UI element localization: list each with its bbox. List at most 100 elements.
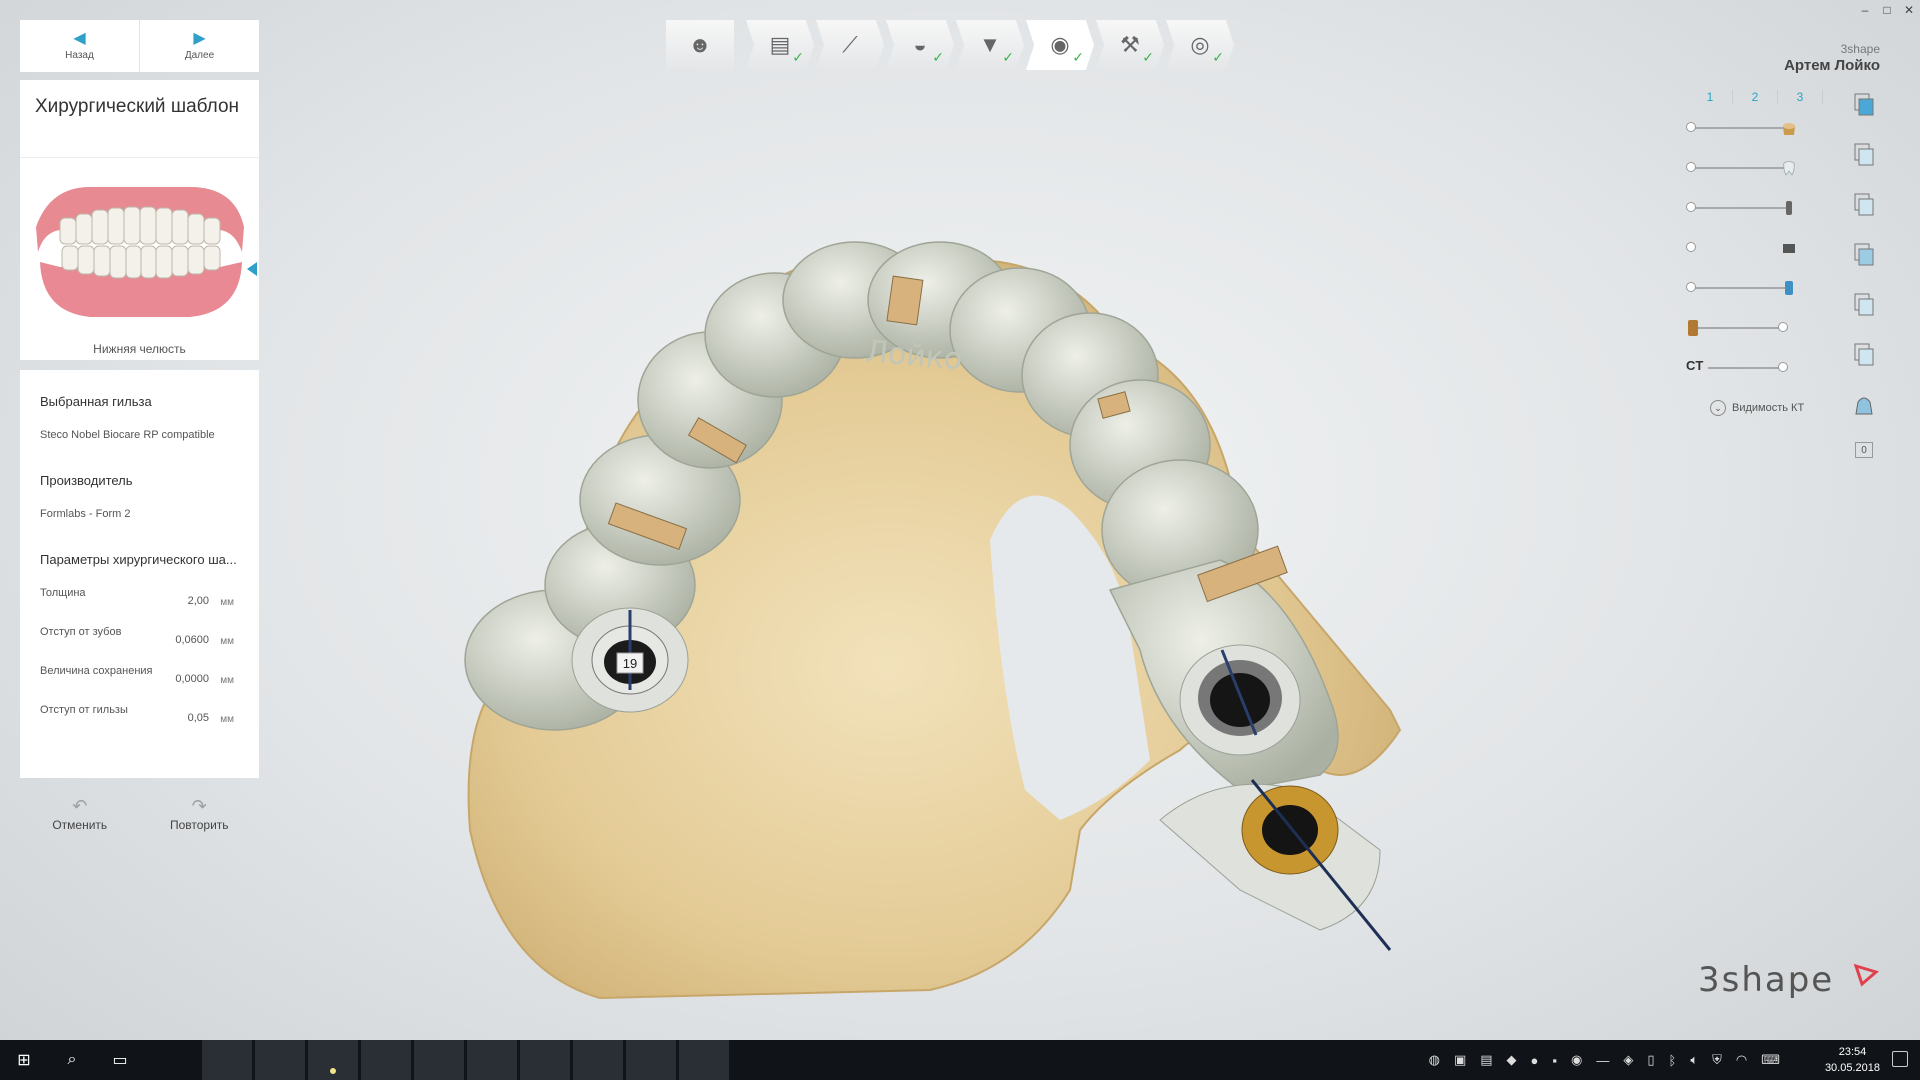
sleeve-offset-input[interactable]: 0,05 <box>188 712 209 724</box>
ct-visibility-toggle[interactable]: ⌄ Видимость КТ <box>1710 400 1804 416</box>
notifications-icon[interactable] <box>1892 1051 1908 1067</box>
tray-app-icon[interactable]: ◈ <box>1623 1052 1633 1068</box>
copy-layer-icon[interactable] <box>1852 142 1876 168</box>
taskbar-app[interactable] <box>520 1040 570 1080</box>
volume-icon[interactable]: 🔈︎ <box>1690 1052 1698 1068</box>
opacity-slider-tooth[interactable] <box>1686 158 1796 178</box>
manufacturer-heading: Производитель <box>40 473 133 488</box>
param-unit: мм <box>220 597 234 608</box>
copy-layer-icon[interactable] <box>1852 242 1876 268</box>
step-scan[interactable]: ◒ ✓ <box>886 20 954 70</box>
copy-layer-icon[interactable] <box>1852 92 1876 118</box>
taskbar-app[interactable] <box>255 1040 305 1080</box>
shield-icon[interactable]: ⛨ <box>1712 1052 1722 1068</box>
taskbar-app-active[interactable] <box>308 1040 358 1080</box>
opacity-slider-model[interactable] <box>1686 118 1796 138</box>
model-view-icon[interactable] <box>1852 392 1876 418</box>
tray-app-icon[interactable]: ◉ <box>1571 1052 1582 1068</box>
tray-app-icon[interactable]: ▪ <box>1552 1053 1557 1068</box>
tab-2[interactable]: 2 <box>1733 90 1778 104</box>
sleeve-left[interactable]: 19 <box>571 607 689 713</box>
search-icon[interactable]: ⌕ <box>48 1040 96 1080</box>
bluetooth-icon[interactable]: ᛒ <box>1669 1053 1677 1068</box>
minimize-button[interactable]: – <box>1854 0 1876 20</box>
user-name[interactable]: Артем Лойко <box>1784 57 1880 74</box>
keyboard-icon[interactable]: ⌨ <box>1761 1052 1780 1068</box>
param-unit: мм <box>220 714 234 725</box>
tray-app-icon[interactable]: ◆ <box>1507 1052 1517 1068</box>
ct-label: CT <box>1686 358 1704 373</box>
slider-knob[interactable] <box>1686 242 1696 252</box>
taskbar-app[interactable] <box>573 1040 623 1080</box>
step-export[interactable]: ◎ ✓ <box>1166 20 1234 70</box>
tray-app-icon[interactable]: ◍ <box>1429 1052 1440 1068</box>
step-implant[interactable]: ⟋ <box>816 20 884 70</box>
slider-knob[interactable] <box>1778 322 1788 332</box>
navigation-bar: ◀ Назад ▶ Далее <box>20 20 259 72</box>
copy-layer-icon[interactable] <box>1852 192 1876 218</box>
slider-knob[interactable] <box>1686 282 1696 292</box>
opacity-slider-drill[interactable] <box>1686 318 1796 338</box>
taskbar-app[interactable] <box>467 1040 517 1080</box>
param-row-tooth-offset: Отступ от зубов 0,0600 мм <box>40 624 259 663</box>
taskbar-app[interactable] <box>361 1040 411 1080</box>
taskbar-app[interactable] <box>626 1040 676 1080</box>
manufacturer-value[interactable]: Formlabs - Form 2 <box>40 508 259 520</box>
undo-button[interactable]: ↶ Отменить <box>20 790 140 840</box>
sleeve-value[interactable]: Steco Nobel Biocare RP compatible <box>40 429 259 441</box>
opacity-slider-implant[interactable] <box>1686 198 1796 218</box>
jaw-thumbnail[interactable] <box>30 172 252 322</box>
tab-3[interactable]: 3 <box>1778 90 1823 104</box>
slider-knob[interactable] <box>1686 162 1696 172</box>
taskbar-app[interactable] <box>679 1040 729 1080</box>
tray-app-icon[interactable]: — <box>1596 1053 1609 1068</box>
task-view-icon[interactable]: ▭ <box>96 1040 144 1080</box>
back-button[interactable]: ◀ Назад <box>20 20 139 72</box>
redo-button[interactable]: ↷ Повторить <box>140 790 260 840</box>
tab-1[interactable]: 1 <box>1688 90 1733 104</box>
retention-input[interactable]: 0,0000 <box>175 673 209 685</box>
next-label: Далее <box>184 49 215 61</box>
tray-app-icon[interactable]: ● <box>1531 1053 1539 1068</box>
toggle-sleeve[interactable] <box>1686 238 1796 258</box>
jaw-select-marker[interactable] <box>247 262 257 276</box>
network-icon[interactable]: ◠ <box>1736 1052 1747 1068</box>
step-guide[interactable]: ⚒ ✓ <box>1096 20 1164 70</box>
tray-app-icon[interactable]: ▣ <box>1454 1052 1466 1068</box>
taskbar-app[interactable] <box>414 1040 464 1080</box>
next-button[interactable]: ▶ Далее <box>139 20 259 72</box>
param-row-retention: Величина сохранения 0,0000 мм <box>40 663 259 702</box>
copy-layer-icon[interactable] <box>1852 292 1876 318</box>
arrow-right-icon: ▶ <box>193 29 206 47</box>
check-icon: ✓ <box>1072 49 1084 65</box>
guide-icon: ⚒ <box>1120 32 1140 57</box>
copy-layer-icon[interactable] <box>1852 342 1876 368</box>
counter-badge[interactable]: 0 <box>1855 442 1873 458</box>
tooth-offset-input[interactable]: 0,0600 <box>175 634 209 646</box>
battery-icon[interactable]: ▯ <box>1647 1052 1654 1068</box>
disc-export-icon: ◎ <box>1190 32 1210 57</box>
guide-icon <box>1785 281 1793 295</box>
thickness-input[interactable]: 2,00 <box>188 595 209 607</box>
tray-app-icon[interactable]: ▤ <box>1480 1052 1492 1068</box>
slider-knob[interactable] <box>1778 362 1788 372</box>
windows-start-icon[interactable]: ⊞ <box>0 1040 48 1080</box>
opacity-slider-guide[interactable] <box>1686 278 1796 298</box>
slider-knob[interactable] <box>1686 202 1696 212</box>
sleeve-right-top[interactable] <box>1179 644 1301 756</box>
param-unit: мм <box>220 636 234 647</box>
maximize-button[interactable]: □ <box>1876 0 1898 20</box>
tooth-icon <box>1783 161 1795 176</box>
sleeve-right-bottom[interactable] <box>1159 779 1392 951</box>
3d-viewport[interactable]: Лойко 19 <box>460 230 1420 1000</box>
history-bar: ↶ Отменить ↷ Повторить <box>20 790 259 840</box>
step-order-form[interactable]: ▤ ✓ <box>746 20 814 70</box>
clock[interactable]: 23:54 30.05.2018 <box>1825 1044 1880 1076</box>
step-sleeve[interactable]: ▼ ✓ <box>956 20 1024 70</box>
slider-knob[interactable] <box>1686 122 1696 132</box>
step-view[interactable]: ◉ ✓ <box>1026 20 1094 70</box>
opacity-slider-ct[interactable]: CT <box>1686 358 1796 378</box>
close-button[interactable]: ✕ <box>1898 0 1920 20</box>
step-patient[interactable]: ☻ <box>666 20 734 70</box>
taskbar-app[interactable] <box>202 1040 252 1080</box>
